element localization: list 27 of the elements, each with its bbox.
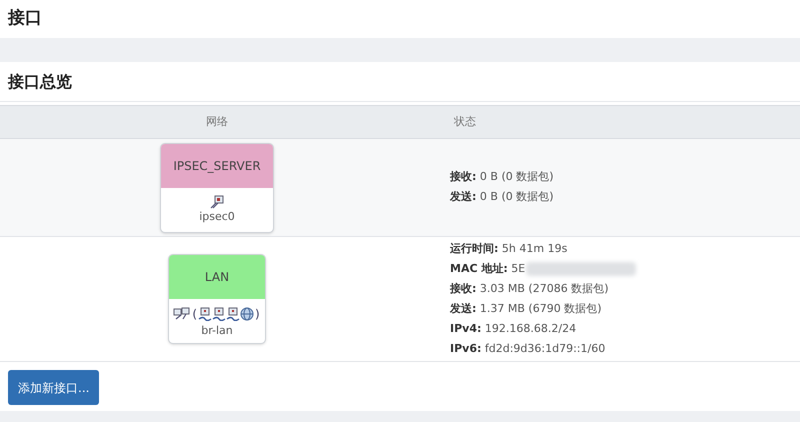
device-name: ipsec0 bbox=[199, 210, 235, 224]
ethernet-port-icon bbox=[198, 306, 212, 321]
column-header: 网络 bbox=[205, 114, 229, 130]
bridge-icon bbox=[173, 306, 192, 321]
status-text: IPv6: fd2d:9d36:1d79::1/60 bbox=[450, 340, 606, 357]
add-interface-button[interactable]: 添加新接口... bbox=[8, 370, 100, 405]
bracket: ) bbox=[255, 306, 260, 323]
interface-name: LAN bbox=[169, 255, 265, 299]
interface-name: IPSEC_SERVER bbox=[161, 144, 273, 188]
page-title: 接口 bbox=[8, 7, 42, 30]
status-text: 运行时间: 5h 41m 19s bbox=[450, 240, 568, 257]
interface-card[interactable]: IPSEC_SERVER ipsec0 bbox=[160, 142, 274, 232]
network-device-icon bbox=[210, 195, 224, 210]
status-text: 接收: 0 B (0 数据包) bbox=[450, 169, 554, 186]
status-text: 发送: 0 B (0 数据包) bbox=[450, 189, 554, 206]
status-text: IPv4: 192.168.68.2/24 bbox=[450, 320, 576, 337]
ethernet-port-icon bbox=[212, 306, 226, 321]
ethernet-port-icon bbox=[226, 306, 240, 321]
status-text: 发送: 1.37 MB (6790 数据包) bbox=[450, 300, 602, 317]
column-header: 状态 bbox=[453, 114, 477, 130]
status-text: MAC 地址: 5E bbox=[450, 260, 526, 277]
interface-card[interactable]: LAN ( ) br-lan bbox=[168, 254, 266, 344]
device-name: br-lan bbox=[201, 324, 233, 338]
bracket: ( bbox=[192, 306, 197, 323]
section-title: 接口总览 bbox=[8, 70, 72, 92]
status-text: 接收: 3.03 MB (27086 数据包) bbox=[450, 280, 608, 297]
globe-icon bbox=[240, 306, 254, 321]
